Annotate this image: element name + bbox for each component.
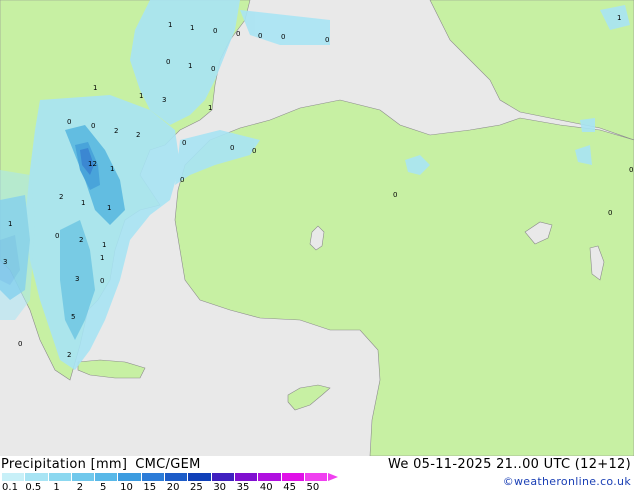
legend-swatch bbox=[165, 473, 189, 481]
map-value-label: 2 bbox=[114, 127, 118, 135]
legend-label: 0.5 bbox=[25, 482, 42, 493]
legend-label: 40 bbox=[259, 482, 273, 493]
map-value-label: 1 bbox=[190, 24, 194, 32]
legend-swatch bbox=[118, 473, 142, 481]
legend-swatch bbox=[234, 473, 259, 481]
legend-label: 5 bbox=[100, 482, 107, 493]
map-value-label: 0 bbox=[236, 30, 240, 38]
map-value-label: 3 bbox=[162, 96, 166, 104]
map-value-label: 1 bbox=[107, 204, 111, 212]
map-value-label: 0 bbox=[91, 122, 95, 130]
title-text: Precipitation [mm] bbox=[1, 457, 128, 472]
map-value-label: 1 bbox=[8, 220, 12, 228]
map-value-label: 1 bbox=[93, 84, 97, 92]
legend-label: 10 bbox=[120, 482, 133, 493]
legend-label: 15 bbox=[143, 482, 157, 493]
map-value-label: 5 bbox=[71, 313, 75, 321]
precipitation-map[interactable]: 1 1 0 0 0 0 0 1 0 0 1 3 1 1 0 0 2 2 0 0 0 12 1 0 2 1 1 0 1 0 2 1 3 1 3 0 5 0 2… bbox=[0, 0, 634, 456]
map-value-label: 2 bbox=[79, 236, 83, 244]
map-value-label: 0 bbox=[18, 340, 22, 348]
map-value-label: 0 bbox=[325, 36, 329, 44]
map-value-label: 12 bbox=[88, 160, 97, 168]
legend-swatch bbox=[25, 473, 49, 481]
map-value-label: 0 bbox=[393, 191, 397, 199]
map-value-label: 1 bbox=[617, 14, 621, 22]
map-value-label: 0 bbox=[252, 147, 256, 155]
map-value-label: 1 bbox=[168, 21, 172, 29]
legend-labels: 0.1 0.5 1 2 5 10 15 20 25 30 35 40 45 50 bbox=[0, 482, 330, 493]
legend-label: 30 bbox=[213, 482, 227, 493]
map-value-label: 0 bbox=[166, 58, 170, 66]
legend-swatch bbox=[141, 473, 166, 481]
map-value-label: 2 bbox=[67, 351, 71, 359]
chart-title: Precipitation [mm] CMC/GEM bbox=[1, 457, 201, 472]
map-value-label: 1 bbox=[208, 104, 212, 112]
legend-label: 20 bbox=[166, 482, 180, 493]
legend-swatch bbox=[258, 473, 282, 481]
map-value-label: 0 bbox=[180, 176, 184, 184]
map-value-label: 0 bbox=[182, 139, 186, 147]
map-value-label: 1 bbox=[139, 92, 143, 100]
legend-swatch bbox=[2, 473, 26, 481]
legend-arrow bbox=[328, 473, 339, 481]
footer: Precipitation [mm] CMC/GEM We 05-11-2025 … bbox=[0, 456, 634, 493]
map-value-label: 1 bbox=[81, 199, 85, 207]
map-value-label: 1 bbox=[100, 254, 104, 262]
map-value-label: 2 bbox=[136, 131, 140, 139]
legend-label: 35 bbox=[236, 482, 250, 493]
legend-swatch bbox=[71, 473, 96, 481]
legend-swatch bbox=[211, 473, 235, 481]
map-value-label: 1 bbox=[188, 62, 192, 70]
map-value-label: 1 bbox=[102, 241, 106, 249]
map-value-label: 0 bbox=[629, 166, 633, 174]
legend-swatch bbox=[304, 473, 329, 481]
map-value-label: 1 bbox=[110, 165, 114, 173]
map-value-label: 0 bbox=[67, 118, 71, 126]
legend-swatch bbox=[188, 473, 212, 481]
map-value-label: 0 bbox=[230, 144, 234, 152]
model-name: CMC/GEM bbox=[135, 457, 201, 472]
legend-label: 45 bbox=[283, 482, 296, 493]
legend-color-bar bbox=[2, 473, 339, 481]
map-value-label: 3 bbox=[3, 258, 7, 266]
legend-label: 2 bbox=[76, 482, 84, 493]
forecast-datetime: We 05-11-2025 21..00 UTC (12+12) bbox=[387, 457, 631, 472]
map-value-label: 0 bbox=[100, 277, 104, 285]
map-value-label: 0 bbox=[213, 27, 217, 35]
legend-label: 1 bbox=[53, 482, 60, 493]
map-value-label: 0 bbox=[258, 32, 262, 40]
map-value-label: 0 bbox=[211, 65, 215, 73]
map-value-label: 2 bbox=[59, 193, 63, 201]
map-value-label: 0 bbox=[55, 232, 59, 240]
credit-link[interactable]: ©weatheronline.co.uk bbox=[503, 475, 631, 488]
legend-swatch bbox=[95, 473, 119, 481]
legend-label: 25 bbox=[190, 482, 203, 493]
legend-swatch bbox=[281, 473, 305, 481]
legend-swatch bbox=[48, 473, 72, 481]
map-value-label: 3 bbox=[75, 275, 79, 283]
legend-label: 0.1 bbox=[2, 482, 18, 493]
legend-label: 50 bbox=[306, 482, 320, 493]
map-value-label: 0 bbox=[281, 33, 285, 41]
map-value-label: 0 bbox=[608, 209, 612, 217]
